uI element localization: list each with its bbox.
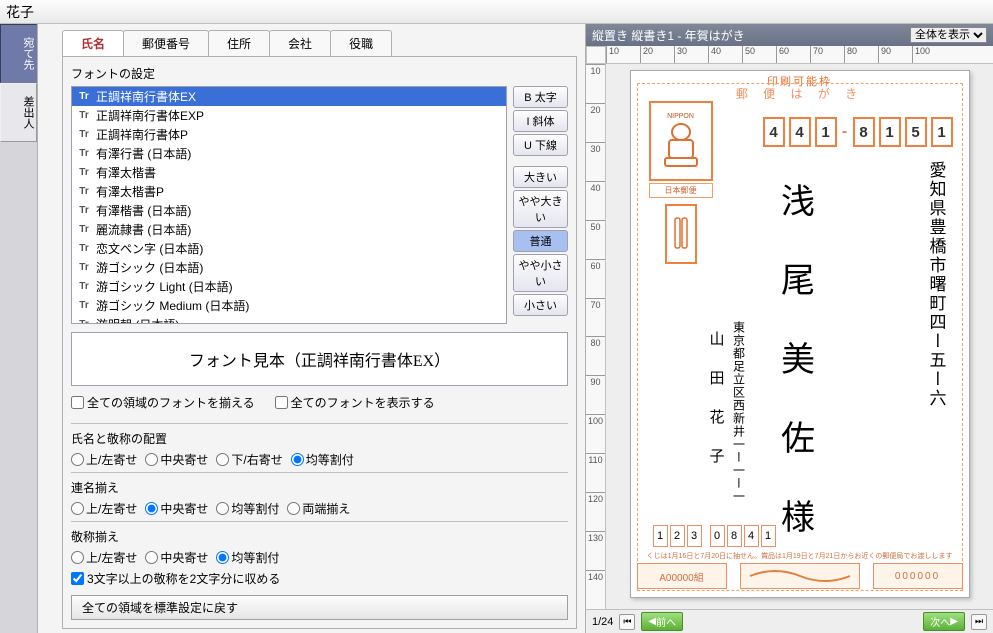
radio-honor-center[interactable]: 中央寄せ — [145, 549, 208, 566]
radio-joint-both[interactable]: 両端揃え — [287, 500, 350, 517]
font-item[interactable]: Tr游ゴシック Light (日本語) — [72, 277, 506, 296]
postcard-preview: 印刷可能枠 郵 便 は が き NIPPON 日本郵便 — [630, 70, 970, 598]
zoom-select[interactable]: 全体を表示 — [910, 27, 987, 43]
titlebar: 花子 — [0, 0, 993, 24]
mode-switcher: 宛て先 差出人 — [0, 24, 38, 633]
font-item[interactable]: Tr有澤楷書 (日本語) — [72, 201, 506, 220]
chk-honor-3chars[interactable]: 3文字以上の敬称を2文字分に収める — [71, 570, 280, 587]
italic-button[interactable]: I 斜体 — [513, 110, 568, 132]
radio-name-left[interactable]: 上/左寄せ — [71, 451, 137, 468]
group-honor-title: 敬称揃え — [71, 528, 568, 545]
stamp-label: 日本郵便 — [649, 183, 713, 198]
tab-address[interactable]: 住所 — [208, 30, 270, 56]
tab-company[interactable]: 会社 — [269, 30, 331, 56]
truetype-icon: Tr — [76, 148, 92, 159]
font-item[interactable]: Tr正調祥南行書体EX — [72, 87, 506, 106]
truetype-icon: Tr — [76, 243, 92, 254]
sender-zip: 1 2 3 0 8 4 1 — [653, 525, 776, 547]
prev-page-button[interactable]: ◀ 前へ — [641, 612, 683, 631]
preview-layout-label: 縦置き 縦書き1 - 年賀はがき — [592, 27, 745, 44]
truetype-icon: Tr — [76, 129, 92, 140]
tab-role[interactable]: 役職 — [330, 30, 392, 56]
font-item[interactable]: Tr正調祥南行書体EXP — [72, 106, 506, 125]
mode-recipient[interactable]: 宛て先 — [0, 24, 37, 83]
size-normal-button[interactable]: 普通 — [513, 230, 568, 252]
radio-name-right[interactable]: 下/右寄せ — [216, 451, 282, 468]
font-item[interactable]: Tr游明朝 (日本語) — [72, 315, 506, 324]
font-item[interactable]: Tr麗流隷書 (日本語) — [72, 220, 506, 239]
font-sample: フォント見本（正調祥南行書体EX） — [71, 332, 568, 386]
chk-align-all[interactable]: 全ての領域のフォントを揃える — [71, 394, 255, 411]
group-joint-title: 連名揃え — [71, 479, 568, 496]
font-item[interactable]: Tr有澤太楷書 — [72, 163, 506, 182]
recipient-zip: 4 4 1 - 8 1 5 1 — [763, 117, 953, 147]
settings-panel: 氏名 郵便番号 住所 会社 役職 フォントの設定 Tr正調祥南行書体EX Tr正… — [38, 24, 586, 633]
ruler-vertical: 10 20 30 40 50 60 70 80 90 100 110 120 1… — [586, 64, 606, 609]
lottery-serial: 000000 — [873, 563, 963, 589]
stamp-area: NIPPON 日本郵便 — [649, 101, 713, 261]
truetype-icon: Tr — [76, 205, 92, 216]
font-section-label: フォントの設定 — [71, 65, 568, 82]
ruler-corner — [586, 46, 606, 64]
font-item[interactable]: Tr有澤行書 (日本語) — [72, 144, 506, 163]
truetype-icon: Tr — [76, 167, 92, 178]
nenga-stamp-icon: NIPPON — [649, 101, 713, 181]
next-page-button[interactable]: 次へ ▶ — [923, 612, 965, 631]
radio-joint-left[interactable]: 上/左寄せ — [71, 500, 137, 517]
stamp-small-icon — [665, 204, 697, 264]
group-name-title: 氏名と敬称の配置 — [71, 430, 568, 447]
size-small-button[interactable]: 小さい — [513, 294, 568, 316]
tab-zip[interactable]: 郵便番号 — [123, 30, 209, 56]
font-item[interactable]: Tr有澤太楷書P — [72, 182, 506, 201]
style-buttons: B 太字 I 斜体 U 下線 大きい やや大きい 普通 やや小さい 小さい — [513, 86, 568, 324]
chk-show-all[interactable]: 全てのフォントを表示する — [275, 394, 435, 411]
font-item[interactable]: Tr游ゴシック (日本語) — [72, 258, 506, 277]
recipient-name: 浅 尾 美 佐 様 — [770, 183, 819, 537]
lottery-deco-icon — [740, 563, 860, 589]
lottery-group: A00000組 — [637, 563, 727, 589]
paginator: 1/24 ⏮ ◀ 前へ 次へ ▶ ⏭ — [586, 609, 993, 633]
recipient-address: 愛知県豊橋市曙町四ー五ー六 — [924, 161, 949, 408]
reset-button[interactable]: 全ての領域を標準設定に戻す — [71, 595, 568, 620]
bold-button[interactable]: B 太字 — [513, 86, 568, 108]
radio-name-center[interactable]: 中央寄せ — [145, 451, 208, 468]
truetype-icon: Tr — [76, 186, 92, 197]
underline-button[interactable]: U 下線 — [513, 134, 568, 156]
truetype-icon: Tr — [76, 262, 92, 273]
title-text: 花子 — [6, 2, 987, 22]
truetype-icon: Tr — [76, 224, 92, 235]
tab-name[interactable]: 氏名 — [62, 30, 124, 56]
radio-joint-justify[interactable]: 均等割付 — [216, 500, 279, 517]
preview-panel: 縦置き 縦書き1 - 年賀はがき 全体を表示 10 20 30 40 50 60… — [586, 24, 993, 633]
truetype-icon: Tr — [76, 91, 92, 102]
size-large-button[interactable]: 大きい — [513, 166, 568, 188]
size-bit-large-button[interactable]: やや大きい — [513, 190, 568, 228]
font-item[interactable]: Tr恋文ペン字 (日本語) — [72, 239, 506, 258]
truetype-icon: Tr — [76, 110, 92, 121]
last-page-button[interactable]: ⏭ — [971, 614, 987, 630]
first-page-button[interactable]: ⏮ — [619, 614, 635, 630]
canvas[interactable]: 印刷可能枠 郵 便 は が き NIPPON 日本郵便 — [606, 64, 993, 609]
font-item[interactable]: Tr游ゴシック Medium (日本語) — [72, 296, 506, 315]
category-tabs: 氏名 郵便番号 住所 会社 役職 — [62, 30, 577, 56]
radio-honor-left[interactable]: 上/左寄せ — [71, 549, 137, 566]
mode-sender[interactable]: 差出人 — [0, 83, 37, 142]
sender-name: 山 田 花 子 — [706, 331, 727, 467]
lottery-strip: くじは1月16日と7月20日に抽せん。賞品は1月19日と7月21日からお近くの郵… — [637, 551, 963, 591]
sender-address: 東京都足立区西新井一ー一ー一 — [731, 321, 748, 503]
truetype-icon: Tr — [76, 281, 92, 292]
truetype-icon: Tr — [76, 319, 92, 324]
ruler-horizontal: 10 20 30 40 50 60 70 80 90 100 — [606, 46, 993, 64]
radio-name-justify[interactable]: 均等割付 — [291, 451, 354, 468]
radio-joint-center[interactable]: 中央寄せ — [145, 500, 208, 517]
preview-header: 縦置き 縦書き1 - 年賀はがき 全体を表示 — [586, 24, 993, 46]
font-item[interactable]: Tr正調祥南行書体P — [72, 125, 506, 144]
truetype-icon: Tr — [76, 300, 92, 311]
radio-honor-justify[interactable]: 均等割付 — [216, 549, 279, 566]
page-indicator: 1/24 — [592, 616, 613, 628]
font-list[interactable]: Tr正調祥南行書体EX Tr正調祥南行書体EXP Tr正調祥南行書体P Tr有澤… — [71, 86, 507, 324]
size-bit-small-button[interactable]: やや小さい — [513, 254, 568, 292]
